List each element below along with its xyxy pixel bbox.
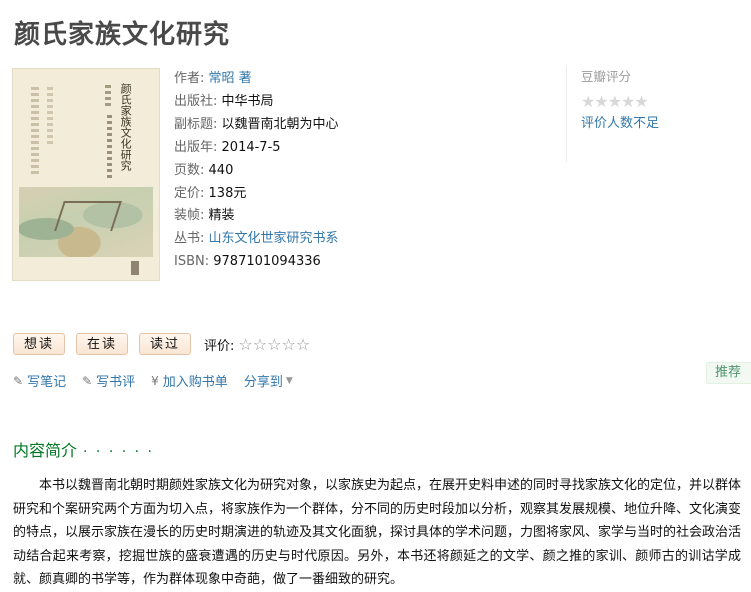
cover-subtitle-mark [107,115,112,179]
share-label: 分享到 [243,375,283,390]
info-publisher: 出版社: 中华书局 [174,91,339,114]
info-value: 138元 [208,185,247,201]
info-label: 页数: [174,162,205,178]
pencil-icon: ✎ [13,373,24,388]
info-label: 丛书: [174,231,205,247]
secondary-actions: ✎ 写笔记 ✎ 写书评 ¥ 加入购书单 分享到 ▼ [13,371,309,391]
yen-icon: ¥ [151,373,159,388]
info-label: 出版社: [174,93,218,109]
info-pubdate: 出版年: 2014-7-5 [174,137,339,160]
share-dropdown[interactable]: 分享到 ▼ [244,371,293,390]
insufficient-ratings-link[interactable]: 评价人数不足 [581,112,716,131]
info-label: 副标题: [174,116,218,132]
author-link[interactable]: 常昭 著 [209,71,252,86]
info-value: 精装 [208,208,235,224]
my-rating-label: 评价: [204,338,235,354]
intro-heading-label: 内容简介 [13,441,78,460]
info-isbn: ISBN: 9787101094336 [174,251,339,274]
cover-publisher-seal [131,261,139,275]
cover-title: 颜氏家族文化研究 [119,83,133,171]
info-series: 丛书: 山东文化世家研究书系 [174,228,339,251]
reading-button[interactable]: 在读 [76,333,129,355]
write-note-link[interactable]: ✎ 写笔记 [13,371,67,391]
info-binding: 装帧: 精装 [174,205,339,228]
info-label: ISBN: [174,254,210,270]
rating-panel-title: 豆瓣评分 [581,69,632,84]
info-label: 出版年: [174,139,218,155]
pencil-icon: ✎ [82,373,93,388]
cover-editor-text [47,87,53,147]
cover-series-text [31,87,39,177]
info-value: 440 [208,162,234,178]
info-label: 作者: [174,71,205,86]
rating-stars-icon: ★★★★★ [581,92,649,111]
reading-status-actions: 想读 在读 读过 评价: ☆☆☆☆☆ [13,333,310,355]
info-subtitle: 副标题: 以魏晋南北朝为中心 [174,114,339,137]
read-button[interactable]: 读过 [139,333,192,355]
info-value: 2014-7-5 [221,139,281,155]
add-cart-label: 加入购书单 [162,375,228,390]
add-to-cart-link[interactable]: ¥ 加入购书单 [151,371,228,391]
my-rating-stars-icon[interactable]: ☆☆☆☆☆ [238,335,310,354]
cover-painting [19,187,153,257]
page-title: 颜氏家族文化研究 [14,20,231,50]
write-review-link[interactable]: ✎ 写书评 [82,371,136,391]
intro-heading: 内容简介 · · · · · · [13,437,154,461]
douban-rating-panel: 豆瓣评分 ★★★★★ 评价人数不足 [566,66,716,162]
write-review-label: 写书评 [96,375,136,390]
book-info: 作者: 常昭 著 出版社: 中华书局 副标题: 以魏晋南北朝为中心 出版年: 2… [174,68,339,274]
recommend-button[interactable]: 推荐 [706,362,751,384]
cover-author-mark [105,85,111,107]
caret-down-icon: ▼ [285,375,293,386]
info-value: 以魏晋南北朝为中心 [221,116,339,132]
info-label: 定价: [174,185,205,201]
series-link[interactable]: 山东文化世家研究书系 [209,231,339,246]
want-read-button[interactable]: 想读 [13,333,66,355]
write-note-label: 写笔记 [27,375,67,390]
info-value: 9787101094336 [213,254,321,270]
info-label: 装帧: [174,208,205,224]
info-pages: 页数: 440 [174,160,339,183]
intro-text: 本书以魏晋南北朝时期颜姓家族文化为研究对象，以家族史为起点，在展开史料申述的同时… [13,478,742,587]
info-author: 作者: 常昭 著 [174,68,339,91]
my-rating: 评价: ☆☆☆☆☆ [204,335,310,354]
info-value: 中华书局 [221,93,274,109]
intro-heading-dots: · · · · · · [83,444,154,460]
book-cover[interactable]: 颜氏家族文化研究 [12,68,160,281]
info-price: 定价: 138元 [174,183,339,206]
